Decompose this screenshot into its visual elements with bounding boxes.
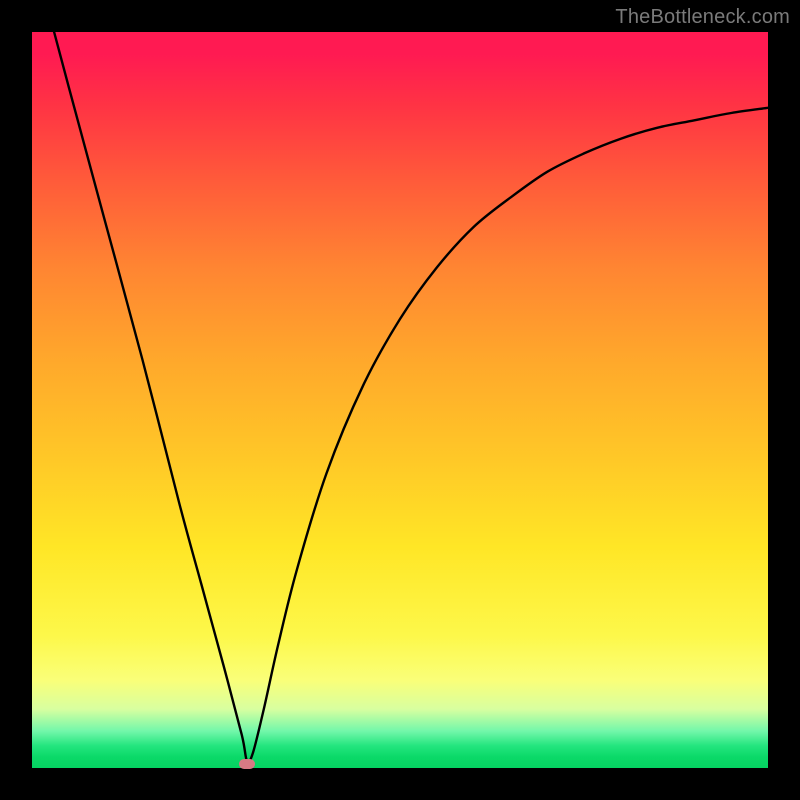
watermark-text: TheBottleneck.com	[615, 6, 790, 29]
plot-area	[32, 32, 768, 768]
bottleneck-curve	[32, 32, 768, 768]
optimal-point-marker	[239, 759, 255, 769]
chart-frame: TheBottleneck.com	[0, 0, 800, 800]
